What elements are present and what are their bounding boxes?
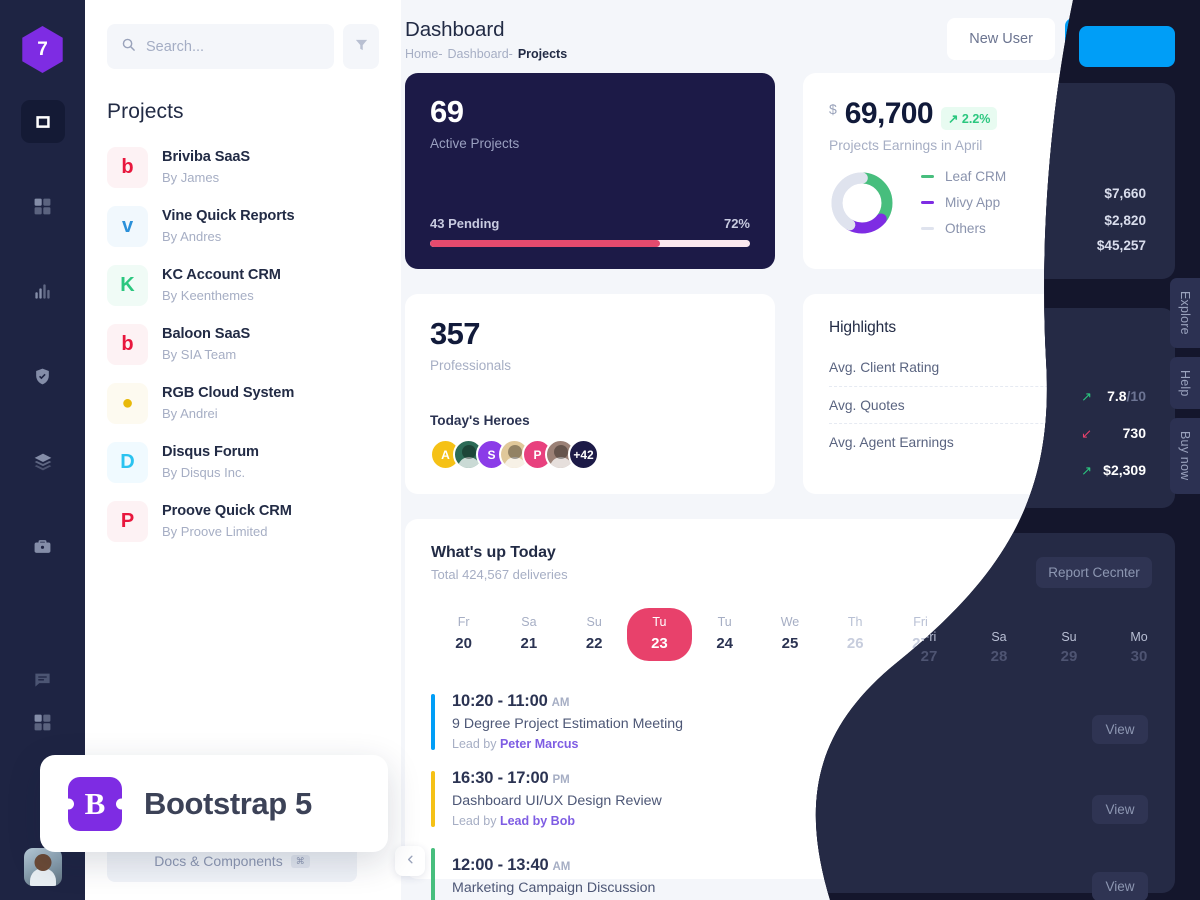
- side-tab-explore[interactable]: Explore: [1170, 278, 1200, 348]
- dark-high-1: 7.8/10: [1107, 388, 1146, 404]
- bootstrap-promo-label: Bootstrap 5: [144, 785, 312, 821]
- side-tab-buy-now[interactable]: Buy now: [1170, 418, 1200, 494]
- dark-day-dow-29: Su: [1061, 630, 1076, 644]
- dark-arrow-3: ↗: [1081, 463, 1092, 478]
- dark-day-dow-26: Th: [852, 630, 867, 644]
- side-tab-group: Explore Help Buy now: [1170, 278, 1200, 494]
- bootstrap-mark-letter: B: [84, 785, 106, 821]
- bootstrap-promo-badge[interactable]: B Bootstrap 5: [40, 755, 388, 852]
- dark-amount-1: $7,660: [1104, 186, 1146, 201]
- dark-report-button: Report Cecnter: [1048, 565, 1140, 580]
- dark-day-dow-28: Sa: [991, 630, 1006, 644]
- dark-view-1: View: [1105, 722, 1134, 737]
- app-root: 7 Search... Projects b Briviba SaaS By J…: [0, 0, 1200, 900]
- dark-day-num-26: 26: [851, 648, 868, 665]
- dark-day-dow-30: Mo: [1130, 630, 1147, 644]
- bootstrap-logo-icon: B: [68, 776, 122, 831]
- dark-view-2: View: [1105, 802, 1134, 817]
- dark-day-num-28: 28: [991, 648, 1008, 665]
- dark-day-num-27: 27: [921, 648, 938, 665]
- dark-view-3: View: [1105, 879, 1134, 894]
- dark-high-3: $2,309: [1103, 462, 1146, 478]
- dark-day-num-30: 30: [1131, 648, 1148, 665]
- dark-arrow-1: ↗: [1081, 389, 1092, 404]
- dark-amount-3: $45,257: [1097, 238, 1146, 253]
- dark-day-num-29: 29: [1061, 648, 1078, 665]
- dark-high-2: 730: [1123, 425, 1147, 441]
- dark-amount-2: $2,820: [1104, 213, 1146, 228]
- dark-day-dow-27: Fri: [922, 630, 937, 644]
- dark-arrow-2: ↙: [1081, 426, 1092, 441]
- side-tab-help[interactable]: Help: [1170, 356, 1200, 410]
